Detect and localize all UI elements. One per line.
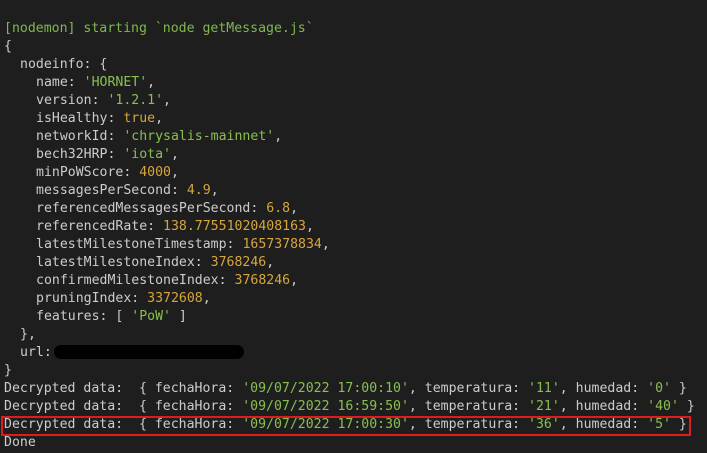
url-key: url: (20, 345, 52, 360)
terminal-output: [nodemon] starting `node getMessage.js` … (0, 0, 707, 453)
nodeinfo-field-line: minPoWScore: 4000, (4, 164, 179, 182)
decrypted-mid1: , temperatura: (408, 399, 529, 414)
field-key: confirmedMilestoneIndex: (36, 273, 235, 288)
field-key: referencedMessagesPerSecond: (36, 201, 267, 216)
nodeinfo-field-line: latestMilestoneIndex: 3768246, (4, 254, 274, 272)
nodeinfo-field-line: referencedMessagesPerSecond: 6.8, (4, 200, 298, 218)
field-key: referencedRate: (36, 219, 164, 234)
highlight-box (1, 416, 691, 436)
nodeinfo-field-line: messagesPerSecond: 4.9, (4, 182, 219, 200)
nodemon-status-line: [nodemon] starting `node getMessage.js` (4, 21, 314, 36)
field-value: 3768246 (210, 255, 267, 270)
done-line: Done (4, 435, 36, 450)
field-value: 'chrysalis-mainnet' (123, 129, 275, 144)
field-tail: , (155, 111, 164, 126)
field-value: 6.8 (266, 201, 291, 216)
field-value: 4.9 (186, 183, 211, 198)
decrypted-end: } (670, 381, 687, 396)
url-line: url: (4, 344, 244, 362)
decrypted-temp: '21' (528, 399, 560, 414)
field-tail: , (210, 183, 219, 198)
field-key: pruningIndex: (36, 291, 148, 306)
nodeinfo-field-line: pruningIndex: 3372608, (4, 290, 211, 308)
decrypted-hum: '0' (647, 381, 671, 396)
field-key: isHealthy: (36, 111, 124, 126)
decrypted-mid2: , humedad: (559, 381, 648, 396)
field-key: bech32HRP: (36, 147, 124, 162)
nodeinfo-field-line: version: '1.2.1', (4, 92, 171, 110)
field-value: 3768246 (234, 273, 291, 288)
field-tail: , (266, 255, 275, 270)
field-value: '1.2.1' (107, 93, 164, 108)
decrypted-data-line: Decrypted data: { fechaHora: '09/07/2022… (4, 380, 687, 398)
nodeinfo-field-line: confirmedMilestoneIndex: 3768246, (4, 272, 298, 290)
redacted-url (53, 345, 244, 359)
field-tail: , (274, 129, 283, 144)
field-key: latestMilestoneIndex: (36, 255, 211, 270)
close-brace: } (4, 363, 12, 378)
nodeinfo-field-line: bech32HRP: 'iota', (4, 146, 179, 164)
nodeinfo-field-line: networkId: 'chrysalis-mainnet', (4, 128, 282, 146)
decrypted-prefix: Decrypted data: { fechaHora: (4, 399, 243, 414)
field-key: minPoWScore: (36, 165, 140, 180)
field-tail: , (321, 237, 330, 252)
field-value: true (123, 111, 156, 126)
field-value: 1657378834 (242, 237, 322, 252)
field-value: 138.77551020408163 (163, 219, 306, 234)
decrypted-data-line: Decrypted data: { fechaHora: '09/07/2022… (4, 398, 695, 416)
field-tail: , (163, 93, 171, 108)
field-value: 'HORNET' (83, 75, 148, 90)
features-key: features: [ (36, 309, 132, 324)
nodeinfo-field-line: name: 'HORNET', (4, 74, 155, 92)
nodeinfo-field-line: latestMilestoneTimestamp: 1657378834, (4, 236, 330, 254)
field-key: version: (36, 93, 108, 108)
nodeinfo-close: }, (20, 327, 36, 342)
field-key: name: (36, 75, 84, 90)
field-tail: , (202, 291, 211, 306)
decrypted-temp: '11' (528, 381, 560, 396)
field-value: 3372608 (147, 291, 203, 306)
field-tail: , (147, 75, 156, 90)
field-tail: , (305, 219, 314, 234)
decrypted-hum: '40' (647, 399, 679, 414)
field-key: networkId: (36, 129, 124, 144)
field-key: latestMilestoneTimestamp: (36, 237, 243, 252)
decrypted-prefix: Decrypted data: { fechaHora: (4, 381, 243, 396)
decrypted-mid1: , temperatura: (408, 381, 529, 396)
features-value: 'PoW' (131, 309, 171, 324)
decrypted-mid2: , humedad: (559, 399, 648, 414)
field-tail: , (290, 201, 299, 216)
field-tail: , (170, 165, 179, 180)
decrypted-fecha: '09/07/2022 16:59:50' (242, 399, 409, 414)
decrypted-fecha: '09/07/2022 17:00:10' (242, 381, 409, 396)
field-value: 4000 (139, 165, 171, 180)
nodeinfo-field-line: referencedRate: 138.77551020408163, (4, 218, 314, 236)
open-brace: { (4, 39, 12, 54)
field-key: messagesPerSecond: (36, 183, 187, 198)
field-tail: , (170, 147, 179, 162)
field-tail: , (290, 273, 299, 288)
features-line: features: [ 'PoW' ] (4, 308, 187, 326)
nodeinfo-field-line: isHealthy: true, (4, 110, 163, 128)
field-value: 'iota' (123, 147, 171, 162)
nodeinfo-key: nodeinfo: { (20, 57, 108, 72)
features-close: ] (170, 309, 187, 324)
decrypted-end: } (678, 399, 695, 414)
